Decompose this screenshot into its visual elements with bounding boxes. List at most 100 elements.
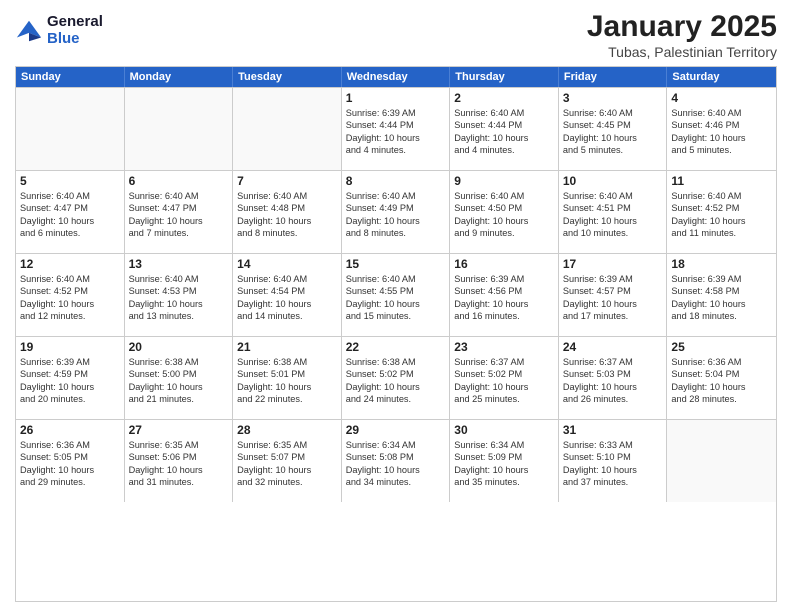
logo: General Blue (15, 10, 103, 47)
day-number: 11 (671, 174, 772, 188)
day-info: Sunrise: 6:40 AMSunset: 4:45 PMDaylight:… (563, 107, 663, 157)
day-cell-6: 6Sunrise: 6:40 AMSunset: 4:47 PMDaylight… (125, 171, 234, 253)
day-number: 15 (346, 257, 446, 271)
day-of-week-wednesday: Wednesday (342, 67, 451, 87)
day-number: 4 (671, 91, 772, 105)
day-info: Sunrise: 6:35 AMSunset: 5:06 PMDaylight:… (129, 439, 229, 489)
day-info: Sunrise: 6:38 AMSunset: 5:02 PMDaylight:… (346, 356, 446, 406)
day-info: Sunrise: 6:40 AMSunset: 4:48 PMDaylight:… (237, 190, 337, 240)
day-info: Sunrise: 6:39 AMSunset: 4:56 PMDaylight:… (454, 273, 554, 323)
day-info: Sunrise: 6:38 AMSunset: 5:00 PMDaylight:… (129, 356, 229, 406)
day-number: 29 (346, 423, 446, 437)
day-number: 27 (129, 423, 229, 437)
day-info: Sunrise: 6:39 AMSunset: 4:59 PMDaylight:… (20, 356, 120, 406)
day-number: 3 (563, 91, 663, 105)
empty-cell (125, 88, 234, 170)
day-info: Sunrise: 6:40 AMSunset: 4:46 PMDaylight:… (671, 107, 772, 157)
day-number: 18 (671, 257, 772, 271)
empty-cell (233, 88, 342, 170)
day-cell-21: 21 Sunrise: 6:38 AMSunset: 5:01 PMDayligh… (233, 337, 342, 419)
day-number: 23 (454, 340, 554, 354)
day-cell-11: 11Sunrise: 6:40 AMSunset: 4:52 PMDayligh… (667, 171, 776, 253)
day-cell-27: 27 Sunrise: 6:35 AMSunset: 5:06 PMDayligh… (125, 420, 234, 502)
day-number: 22 (346, 340, 446, 354)
day-cell-28: 28 Sunrise: 6:35 AMSunset: 5:07 PMDayligh… (233, 420, 342, 502)
day-cell-1: 1 Sunrise: 6:39 AMSunset: 4:44 PMDaylight… (342, 88, 451, 170)
empty-cell (16, 88, 125, 170)
day-cell-22: 22 Sunrise: 6:38 AMSunset: 5:02 PMDayligh… (342, 337, 451, 419)
day-of-week-monday: Monday (125, 67, 234, 87)
day-cell-16: 16Sunrise: 6:39 AMSunset: 4:56 PMDayligh… (450, 254, 559, 336)
calendar-subtitle: Tubas, Palestinian Territory (587, 44, 777, 60)
empty-cell (667, 420, 776, 502)
day-number: 6 (129, 174, 229, 188)
calendar-week-1: 1 Sunrise: 6:39 AMSunset: 4:44 PMDaylight… (16, 87, 776, 170)
page: General Blue January 2025 Tubas, Palesti… (0, 0, 792, 612)
day-number: 28 (237, 423, 337, 437)
calendar: SundayMondayTuesdayWednesdayThursdayFrid… (15, 66, 777, 602)
day-number: 10 (563, 174, 663, 188)
day-cell-26: 26Sunrise: 6:36 AMSunset: 5:05 PMDayligh… (16, 420, 125, 502)
day-number: 8 (346, 174, 446, 188)
day-cell-20: 20 Sunrise: 6:38 AMSunset: 5:00 PMDayligh… (125, 337, 234, 419)
calendar-body: 1 Sunrise: 6:39 AMSunset: 4:44 PMDaylight… (16, 87, 776, 502)
day-number: 9 (454, 174, 554, 188)
day-number: 13 (129, 257, 229, 271)
day-info: Sunrise: 6:38 AMSunset: 5:01 PMDaylight:… (237, 356, 337, 406)
day-number: 5 (20, 174, 120, 188)
day-number: 14 (237, 257, 337, 271)
day-info: Sunrise: 6:40 AMSunset: 4:52 PMDaylight:… (20, 273, 120, 323)
day-info: Sunrise: 6:37 AMSunset: 5:02 PMDaylight:… (454, 356, 554, 406)
day-info: Sunrise: 6:35 AMSunset: 5:07 PMDaylight:… (237, 439, 337, 489)
day-info: Sunrise: 6:40 AMSunset: 4:55 PMDaylight:… (346, 273, 446, 323)
calendar-title: January 2025 (587, 10, 777, 44)
day-cell-25: 25Sunrise: 6:36 AMSunset: 5:04 PMDayligh… (667, 337, 776, 419)
day-info: Sunrise: 6:40 AMSunset: 4:47 PMDaylight:… (20, 190, 120, 240)
day-number: 31 (563, 423, 663, 437)
day-number: 20 (129, 340, 229, 354)
day-cell-31: 31 Sunrise: 6:33 AMSunset: 5:10 PMDayligh… (559, 420, 668, 502)
calendar-week-4: 19 Sunrise: 6:39 AMSunset: 4:59 PMDayligh… (16, 336, 776, 419)
day-cell-29: 29Sunrise: 6:34 AMSunset: 5:08 PMDayligh… (342, 420, 451, 502)
day-number: 2 (454, 91, 554, 105)
day-info: Sunrise: 6:39 AMSunset: 4:44 PMDaylight:… (346, 107, 446, 157)
day-number: 1 (346, 91, 446, 105)
day-number: 19 (20, 340, 120, 354)
day-info: Sunrise: 6:36 AMSunset: 5:05 PMDaylight:… (20, 439, 120, 489)
header: General Blue January 2025 Tubas, Palesti… (15, 10, 777, 60)
logo-icon (15, 17, 43, 45)
day-cell-12: 12Sunrise: 6:40 AMSunset: 4:52 PMDayligh… (16, 254, 125, 336)
day-number: 7 (237, 174, 337, 188)
day-of-week-friday: Friday (559, 67, 668, 87)
day-of-week-sunday: Sunday (16, 67, 125, 87)
day-info: Sunrise: 6:33 AMSunset: 5:10 PMDaylight:… (563, 439, 663, 489)
day-info: Sunrise: 6:40 AMSunset: 4:53 PMDaylight:… (129, 273, 229, 323)
day-info: Sunrise: 6:34 AMSunset: 5:09 PMDaylight:… (454, 439, 554, 489)
day-info: Sunrise: 6:39 AMSunset: 4:57 PMDaylight:… (563, 273, 663, 323)
day-cell-18: 18Sunrise: 6:39 AMSunset: 4:58 PMDayligh… (667, 254, 776, 336)
day-cell-13: 13 Sunrise: 6:40 AMSunset: 4:53 PMDayligh… (125, 254, 234, 336)
day-cell-15: 15 Sunrise: 6:40 AMSunset: 4:55 PMDayligh… (342, 254, 451, 336)
day-cell-7: 7 Sunrise: 6:40 AMSunset: 4:48 PMDaylight… (233, 171, 342, 253)
day-number: 24 (563, 340, 663, 354)
day-info: Sunrise: 6:40 AMSunset: 4:49 PMDaylight:… (346, 190, 446, 240)
day-number: 17 (563, 257, 663, 271)
day-number: 30 (454, 423, 554, 437)
day-cell-9: 9 Sunrise: 6:40 AMSunset: 4:50 PMDaylight… (450, 171, 559, 253)
day-info: Sunrise: 6:40 AMSunset: 4:54 PMDaylight:… (237, 273, 337, 323)
day-of-week-thursday: Thursday (450, 67, 559, 87)
day-info: Sunrise: 6:40 AMSunset: 4:44 PMDaylight:… (454, 107, 554, 157)
calendar-week-5: 26Sunrise: 6:36 AMSunset: 5:05 PMDayligh… (16, 419, 776, 502)
day-info: Sunrise: 6:40 AMSunset: 4:51 PMDaylight:… (563, 190, 663, 240)
day-number: 21 (237, 340, 337, 354)
day-cell-3: 3 Sunrise: 6:40 AMSunset: 4:45 PMDaylight… (559, 88, 668, 170)
day-cell-30: 30 Sunrise: 6:34 AMSunset: 5:09 PMDayligh… (450, 420, 559, 502)
day-cell-4: 4 Sunrise: 6:40 AMSunset: 4:46 PMDaylight… (667, 88, 776, 170)
logo-blue: Blue (47, 31, 103, 48)
calendar-week-3: 12Sunrise: 6:40 AMSunset: 4:52 PMDayligh… (16, 253, 776, 336)
day-cell-10: 10 Sunrise: 6:40 AMSunset: 4:51 PMDayligh… (559, 171, 668, 253)
day-of-week-tuesday: Tuesday (233, 67, 342, 87)
day-cell-23: 23 Sunrise: 6:37 AMSunset: 5:02 PMDayligh… (450, 337, 559, 419)
day-info: Sunrise: 6:40 AMSunset: 4:50 PMDaylight:… (454, 190, 554, 240)
day-cell-2: 2 Sunrise: 6:40 AMSunset: 4:44 PMDaylight… (450, 88, 559, 170)
